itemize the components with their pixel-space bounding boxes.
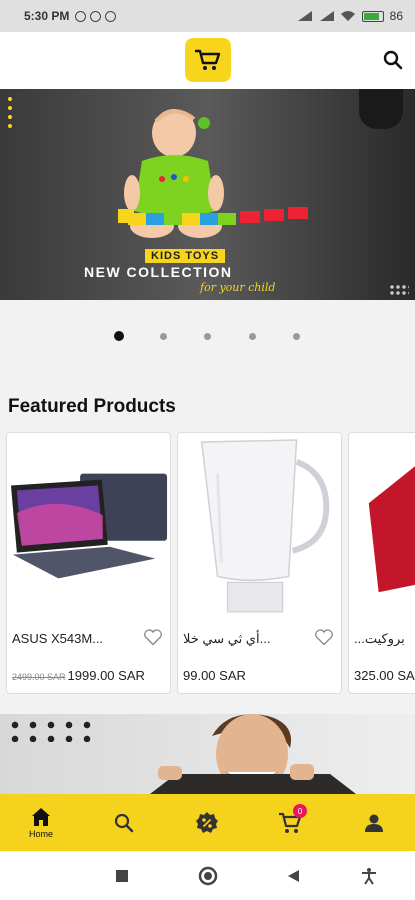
product-current-price: 325.00 SAR [354, 668, 415, 683]
whatsapp-icon [75, 10, 87, 22]
square-icon [116, 870, 128, 882]
wifi-icon [340, 11, 355, 21]
carousel-dot-active[interactable] [114, 331, 124, 341]
featured-products-title: Featured Products [8, 396, 176, 417]
banner-script: for your child [200, 281, 276, 294]
carousel-dot[interactable] [293, 333, 300, 340]
home-system-button[interactable] [197, 865, 219, 887]
notification-icon [105, 10, 117, 22]
status-time: 5:30 PM [24, 9, 70, 23]
product-current-price: 99.00 SAR [183, 668, 246, 683]
search-icon [383, 50, 403, 70]
blender-image [200, 439, 330, 613]
status-right: 86 [296, 9, 403, 23]
status-bar: 5:30 PM 86 [0, 0, 415, 32]
battery-icon [361, 10, 384, 22]
banner-decoration [8, 97, 12, 133]
carousel-dot[interactable] [204, 333, 211, 340]
product-card[interactable]: ASUS X543M... 2499.00 SAR 1999.00 SAR [6, 432, 171, 694]
app-logo[interactable] [185, 38, 231, 82]
favorite-icon[interactable] [314, 627, 334, 647]
product-image [368, 466, 415, 593]
product-price: 99.00 SAR [183, 668, 246, 683]
product-old-price: 2499.00 SAR [12, 672, 66, 682]
product-current-price: 1999.00 SAR [67, 668, 145, 683]
product-price: 325.00 SAR [354, 668, 415, 683]
bottom-navigation: Home 0 [0, 794, 415, 851]
search-icon [114, 813, 134, 832]
nav-cart[interactable]: 0 [260, 794, 320, 851]
nav-home[interactable]: Home [11, 794, 71, 851]
circle-icon [198, 866, 218, 886]
cart-count-badge: 0 [293, 804, 307, 818]
signal-icon [318, 11, 334, 21]
banner-headline: NEW COLLECTION [84, 264, 233, 280]
cart-logo-icon [195, 49, 221, 70]
carousel-dot[interactable] [249, 333, 256, 340]
featured-products-list[interactable]: ASUS X543M... 2499.00 SAR 1999.00 SAR أي … [6, 432, 415, 696]
notification-icons [75, 10, 117, 22]
battery-level: 86 [389, 9, 403, 23]
promo-model-image [150, 714, 356, 794]
product-card[interactable]: أي ثي سي خلا... 99.00 SAR [177, 432, 342, 694]
nav-profile[interactable] [344, 794, 404, 851]
nav-search[interactable] [94, 794, 154, 851]
carousel-indicator[interactable] [0, 330, 415, 344]
app-header [0, 32, 415, 89]
back-triangle-icon [288, 870, 299, 882]
product-price: 2499.00 SAR 1999.00 SAR [12, 668, 145, 683]
toy-blocks [128, 207, 308, 225]
product-name[interactable]: ...بروكيت [354, 631, 405, 647]
product-card[interactable]: ...بروكيت 325.00 SAR [348, 432, 415, 694]
baby-image [118, 109, 224, 238]
carousel-dot[interactable] [160, 333, 167, 340]
recent-apps-button[interactable] [111, 865, 133, 887]
nav-home-label: Home [28, 828, 53, 839]
product-name[interactable]: أي ثي سي خلا... [183, 631, 270, 647]
accessibility-icon [362, 868, 376, 885]
banner-tag: KIDS TOYS [145, 249, 226, 263]
product-name[interactable]: ASUS X543M... [12, 631, 103, 646]
favorite-icon[interactable] [143, 627, 163, 647]
system-navigation-bar [0, 851, 415, 900]
banner-decoration [359, 89, 403, 129]
notification-icon [90, 10, 102, 22]
nav-deals[interactable] [177, 794, 237, 851]
hero-banner[interactable]: KIDS TOYS NEW COLLECTION for your child [0, 89, 415, 300]
search-button[interactable] [381, 48, 405, 72]
back-button[interactable] [282, 865, 304, 887]
promo-banner[interactable] [0, 714, 415, 794]
laptop-image [10, 473, 168, 579]
profile-icon [365, 814, 383, 832]
deals-badge-icon [196, 811, 218, 833]
banner-decoration [389, 284, 409, 296]
home-icon [32, 807, 50, 826]
signal-icon [296, 11, 312, 21]
accessibility-button[interactable] [358, 865, 380, 887]
